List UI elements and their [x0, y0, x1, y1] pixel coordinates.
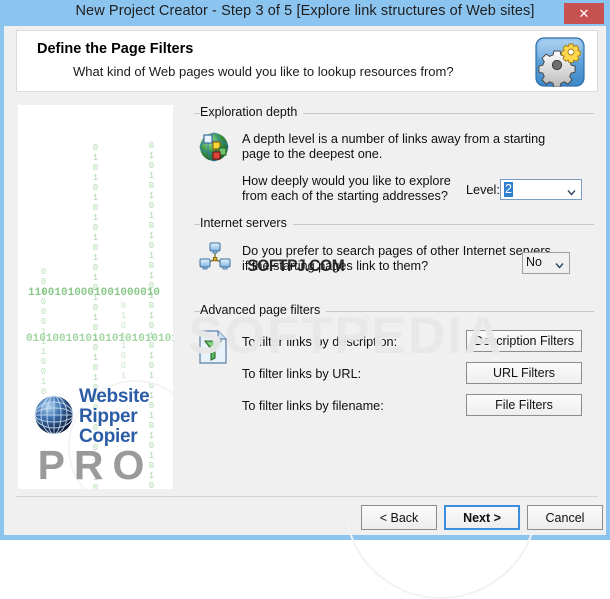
- servers-question-line2: if the starting pages link to them?: [242, 259, 429, 273]
- binary-column: 01011001: [118, 301, 129, 381]
- binary-column: 0010001110010: [38, 267, 49, 397]
- level-value: 2: [504, 182, 513, 197]
- filter-row-text: To filter links by filename:: [242, 399, 384, 413]
- filter-row-text: To filter links by description:: [242, 335, 398, 349]
- url-filters-button[interactable]: URL Filters: [466, 362, 582, 384]
- servers-select[interactable]: No: [522, 252, 570, 274]
- servers-question-line1: Do you prefer to search pages of other I…: [242, 244, 551, 258]
- product-edition: PRO: [37, 442, 154, 488]
- description-filters-button[interactable]: Description Filters: [466, 330, 582, 352]
- globe-icon: [32, 393, 76, 437]
- close-icon[interactable]: ✕: [564, 3, 604, 24]
- servers-network-icon: [199, 241, 231, 273]
- product-name: Website Ripper Copier: [79, 386, 150, 447]
- document-funnel-icon: [197, 329, 231, 365]
- depth-question-line1: How deeply would you like to explore: [242, 174, 451, 188]
- depth-description: A depth level is a number of links away …: [242, 132, 546, 161]
- group-label: Exploration depth: [200, 105, 304, 119]
- dialog-body: Define the Page Filters What kind of Web…: [4, 26, 606, 599]
- page-subtitle: What kind of Web pages would you like to…: [73, 64, 454, 79]
- header-band: Define the Page Filters What kind of Web…: [16, 30, 598, 92]
- chevron-down-icon: [567, 184, 576, 196]
- level-select[interactable]: 2: [500, 179, 582, 200]
- group-exploration-depth: Exploration depth A depth level is a num…: [194, 105, 594, 203]
- chevron-down-icon: [555, 257, 564, 269]
- page-title: Define the Page Filters: [37, 41, 194, 57]
- group-label: Advanced page filters: [200, 303, 327, 317]
- window-title: New Project Creator - Step 3 of 5 [Explo…: [75, 3, 535, 19]
- gears-icon: [535, 37, 585, 88]
- main-content: Exploration depth A depth level is a num…: [194, 105, 594, 599]
- footer-bar: < Back Next > Cancel: [4, 497, 606, 535]
- binary-column: 0101010101010101010101010101010101010101…: [146, 141, 157, 489]
- network-globe-icon: [199, 131, 231, 163]
- cancel-button[interactable]: Cancel: [527, 505, 603, 530]
- level-label: Level:: [466, 183, 500, 197]
- product-name-line1: Website: [79, 386, 150, 407]
- dialog-window: New Project Creator - Step 3 of 5 [Explo…: [0, 0, 610, 599]
- group-label: Internet servers: [200, 216, 293, 230]
- servers-value: No: [526, 255, 542, 269]
- branding-panel: 0101010101010101010101010101010101010101…: [18, 105, 173, 489]
- file-filters-button[interactable]: File Filters: [466, 394, 582, 416]
- group-advanced-page-filters: Advanced page filters To filter links by…: [194, 303, 594, 433]
- binary-row: 11001010001001000010: [28, 287, 161, 299]
- next-button[interactable]: Next >: [444, 505, 520, 530]
- binary-row: 010100101010101010101010: [26, 333, 173, 345]
- product-name-line2: Ripper: [79, 406, 138, 427]
- depth-question-line2: from each of the starting addresses?: [242, 189, 448, 203]
- group-internet-servers: Internet servers Do you prefer to search…: [194, 216, 594, 296]
- filter-row-text: To filter links by URL:: [242, 367, 362, 381]
- back-button[interactable]: < Back: [361, 505, 437, 530]
- title-bar: New Project Creator - Step 3 of 5 [Explo…: [0, 0, 610, 26]
